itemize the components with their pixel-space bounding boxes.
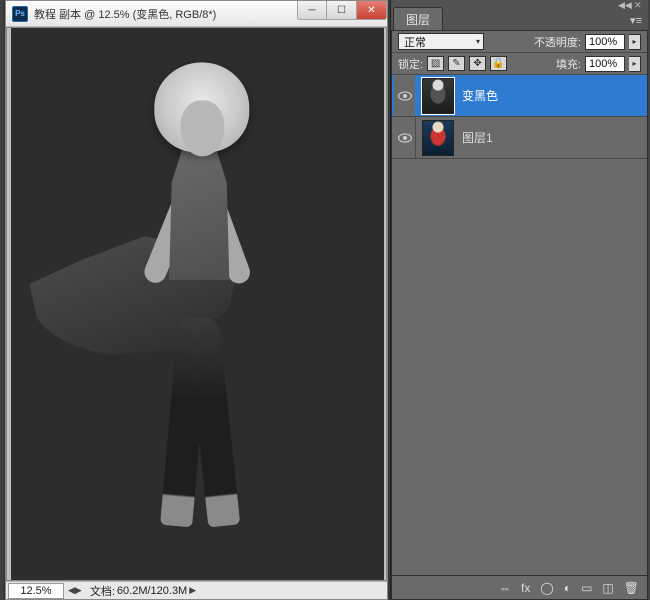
- document-title: 教程 副本 @ 12.5% (变黑色, RGB/8*): [34, 6, 297, 22]
- app-icon: Ps: [12, 6, 28, 22]
- panel-menu-icon[interactable]: ▾≡: [630, 14, 642, 27]
- status-prefix: 文档:: [90, 583, 115, 599]
- group-icon[interactable]: ▭: [581, 582, 592, 594]
- maximize-button[interactable]: ☐: [327, 1, 357, 20]
- collapse-left-icon[interactable]: ◀◀: [618, 1, 626, 9]
- layer-list: 变黑色图层1: [392, 75, 647, 575]
- blend-opacity-row: 正常 ▾ 不透明度: 100% ▸: [392, 31, 647, 53]
- trash-icon[interactable]: 🗑: [624, 582, 639, 594]
- adjustment-icon[interactable]: ◐: [564, 582, 571, 594]
- blend-mode-select[interactable]: 正常 ▾: [398, 33, 484, 50]
- opacity-stepper-icon[interactable]: ▸: [629, 34, 641, 50]
- chevron-down-icon: ▾: [476, 37, 480, 46]
- close-button[interactable]: ✕: [357, 1, 387, 20]
- titlebar[interactable]: Ps 教程 副本 @ 12.5% (变黑色, RGB/8*) ─ ☐ ✕: [6, 1, 387, 27]
- fill-label: 填充:: [556, 56, 581, 72]
- tab-layers[interactable]: 图层: [393, 7, 443, 31]
- mask-icon[interactable]: ◯: [540, 582, 553, 594]
- visibility-toggle[interactable]: [394, 117, 416, 158]
- panel-body: 正常 ▾ 不透明度: 100% ▸ 锁定: ▧ ✎ ✥ 🔒 填充: 100% ▸ 变黑…: [391, 30, 648, 600]
- panel-close-icon[interactable]: ✕: [634, 1, 642, 9]
- new-layer-icon[interactable]: ◫: [602, 582, 613, 594]
- lock-icon-group: ▧ ✎ ✥ 🔒: [427, 56, 507, 71]
- statusbar: 12.5% ◀ ▶ 文档: 60.2M/120.3M ▶: [6, 581, 387, 599]
- panel-footer: ⇔ fx ◯ ◐ ▭ ◫ 🗑: [392, 575, 647, 599]
- layer-row[interactable]: 图层1: [392, 117, 647, 159]
- link-icon[interactable]: ⇔: [499, 582, 511, 594]
- layer-name[interactable]: 变黑色: [462, 87, 498, 104]
- layer-name[interactable]: 图层1: [462, 129, 493, 146]
- visibility-toggle[interactable]: [394, 75, 416, 116]
- layer-row[interactable]: 变黑色: [392, 75, 647, 117]
- opacity-label: 不透明度:: [534, 34, 581, 50]
- fill-field[interactable]: 100%: [585, 56, 625, 72]
- figure-silhouette: [68, 56, 328, 536]
- fill-stepper-icon[interactable]: ▸: [629, 56, 641, 72]
- minimize-button[interactable]: ─: [297, 1, 327, 20]
- panel-tabbar: 图层 ▾≡: [391, 10, 648, 30]
- transparency-lock-icon[interactable]: ▧: [427, 56, 444, 71]
- paint-lock-icon[interactable]: ✎: [448, 56, 465, 71]
- window-controls: ─ ☐ ✕: [297, 1, 387, 20]
- lock-label: 锁定:: [398, 56, 423, 72]
- zoom-field[interactable]: 12.5%: [8, 583, 64, 599]
- chevron-right-icon[interactable]: ▶: [75, 585, 82, 596]
- canvas-area[interactable]: [6, 27, 387, 581]
- status-size: 60.2M/120.3M: [117, 585, 187, 597]
- layer-thumbnail[interactable]: [422, 120, 454, 156]
- chevron-left-icon[interactable]: ◀: [68, 585, 75, 596]
- document-window: Ps 教程 副本 @ 12.5% (变黑色, RGB/8*) ─ ☐ ✕ 12.…: [5, 0, 388, 600]
- fx-icon[interactable]: fx: [521, 582, 530, 594]
- opacity-field[interactable]: 100%: [585, 34, 625, 50]
- layers-panel: ◀◀ ✕ 图层 ▾≡ 正常 ▾ 不透明度: 100% ▸ 锁定: ▧ ✎ ✥ 🔒 填充…: [390, 0, 648, 600]
- move-lock-icon[interactable]: ✥: [469, 56, 486, 71]
- canvas-image: [11, 28, 384, 581]
- layer-thumbnail[interactable]: [422, 78, 454, 114]
- all-lock-icon[interactable]: 🔒: [490, 56, 507, 71]
- blend-mode-value: 正常: [404, 34, 426, 50]
- status-menu-icon[interactable]: ▶: [189, 585, 196, 596]
- lock-fill-row: 锁定: ▧ ✎ ✥ 🔒 填充: 100% ▸: [392, 53, 647, 75]
